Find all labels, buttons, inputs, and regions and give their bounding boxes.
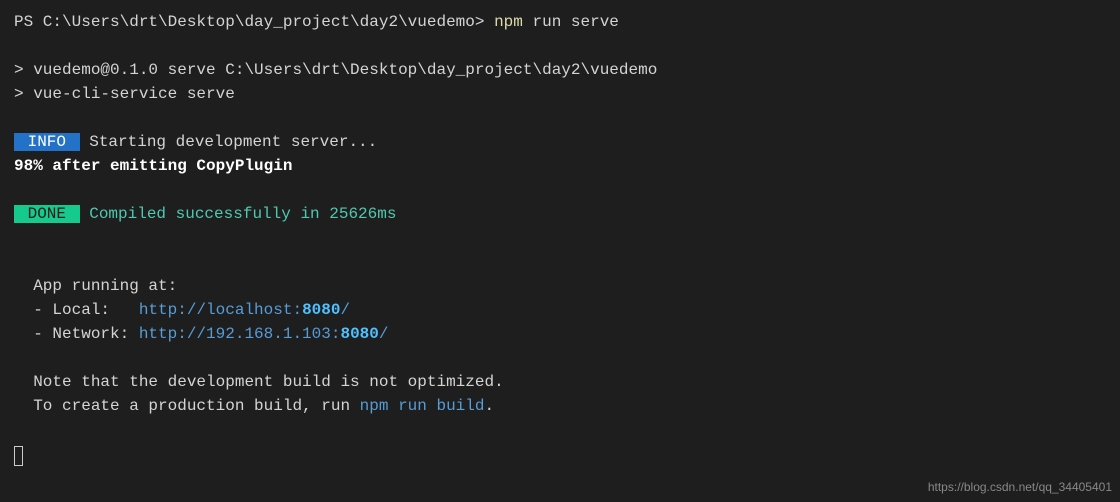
blank-line (14, 226, 1106, 250)
local-slash[interactable]: / (340, 301, 350, 319)
note-line-1: Note that the development build is not o… (14, 370, 1106, 394)
note-line-2: To create a production build, run npm ru… (14, 394, 1106, 418)
app-running-line: App running at: (14, 274, 1106, 298)
command-npm: npm (494, 13, 523, 31)
local-line: - Local: http://localhost:8080/ (14, 298, 1106, 322)
blank-line (14, 418, 1106, 442)
note-pre: To create a production build, run (14, 397, 360, 415)
script-line-1: > vuedemo@0.1.0 serve C:\Users\drt\Deskt… (14, 58, 1106, 82)
done-text: Compiled successfully in 25626ms (80, 205, 397, 223)
watermark: https://blog.csdn.net/qq_34405401 (928, 478, 1112, 496)
network-label: - Network: (14, 325, 139, 343)
network-url-base[interactable]: http://192.168.1.103: (139, 325, 341, 343)
done-badge: DONE (14, 205, 80, 223)
note-post: . (484, 397, 494, 415)
script-line-2: > vue-cli-service serve (14, 82, 1106, 106)
local-port[interactable]: 8080 (302, 301, 340, 319)
cursor[interactable] (14, 442, 1106, 474)
info-badge: INFO (14, 133, 80, 151)
blank-line (14, 250, 1106, 274)
progress-line: 98% after emitting CopyPlugin (14, 154, 1106, 178)
blank-line (14, 346, 1106, 370)
network-slash[interactable]: / (379, 325, 389, 343)
local-label: - Local: (14, 301, 139, 319)
info-line: INFO Starting development server... (14, 130, 1106, 154)
blank-line (14, 34, 1106, 58)
blank-line (14, 178, 1106, 202)
command-args: run serve (523, 13, 619, 31)
done-line: DONE Compiled successfully in 25626ms (14, 202, 1106, 226)
network-port[interactable]: 8080 (340, 325, 378, 343)
note-cmd: npm run build (360, 397, 485, 415)
local-url-base[interactable]: http://localhost: (139, 301, 302, 319)
blank-line (14, 106, 1106, 130)
prompt-line: PS C:\Users\drt\Desktop\day_project\day2… (14, 10, 1106, 34)
info-text: Starting development server... (80, 133, 378, 151)
network-line: - Network: http://192.168.1.103:8080/ (14, 322, 1106, 346)
prompt-prefix: PS C:\Users\drt\Desktop\day_project\day2… (14, 13, 494, 31)
